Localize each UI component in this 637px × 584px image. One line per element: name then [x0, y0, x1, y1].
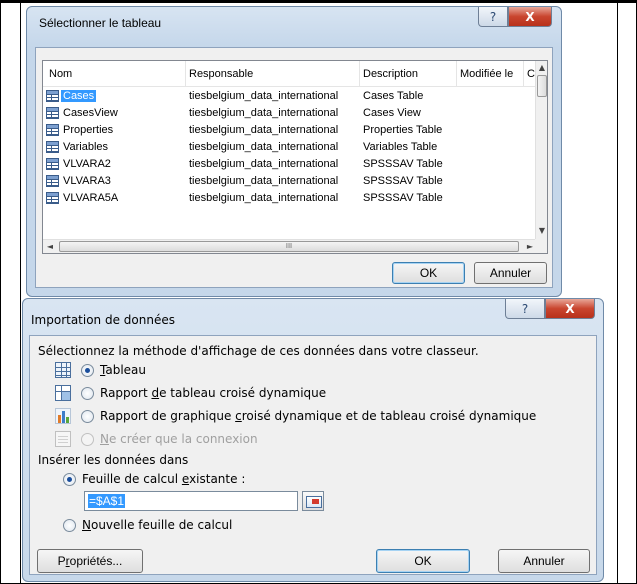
horizontal-scroll-thumb[interactable]: III	[59, 241, 519, 252]
close-button[interactable]: X	[508, 7, 552, 27]
table-row[interactable]: VLVARA5A tiesbelgium_data_international …	[43, 190, 537, 207]
row-name: VLVARA5A	[63, 192, 119, 204]
cancel-button[interactable]: Annuler	[498, 549, 590, 573]
cell-reference-input[interactable]: =$A$1	[84, 491, 298, 511]
column-header-name[interactable]: Nom	[49, 68, 179, 80]
cell-border-left	[20, 1, 21, 584]
row-description: Properties Table	[363, 124, 443, 136]
radio-pivot-table[interactable]	[81, 387, 94, 400]
table-icon	[46, 175, 59, 187]
row-name: Properties	[63, 124, 114, 136]
row-description: SPSSSAV Table	[363, 175, 443, 187]
option-pivot-chart-label[interactable]: Rapport de graphique croisé dynamique et…	[100, 409, 536, 423]
table-row[interactable]: Cases tiesbelgium_data_international Cas…	[43, 88, 537, 105]
row-description: Cases View	[363, 107, 421, 119]
option-pivot-table-label[interactable]: Rapport de tableau croisé dynamique	[100, 386, 326, 400]
scroll-corner	[535, 239, 547, 253]
vertical-scrollbar[interactable]: ▲ ▼	[535, 61, 547, 239]
help-icon: ?	[489, 9, 497, 24]
table-row[interactable]: Properties tiesbelgium_data_internationa…	[43, 122, 537, 139]
row-owner: tiesbelgium_data_international	[189, 107, 339, 119]
scroll-up-icon[interactable]: ▲	[536, 62, 547, 74]
column-separator[interactable]	[185, 61, 186, 86]
row-name: VLVARA3	[63, 175, 111, 187]
close-icon: X	[525, 9, 535, 24]
scroll-down-icon[interactable]: ▼	[536, 225, 547, 237]
table-icon	[46, 107, 59, 119]
help-button[interactable]: ?	[505, 299, 545, 319]
radio-pivot-chart[interactable]	[81, 410, 94, 423]
row-owner: tiesbelgium_data_international	[189, 158, 339, 170]
vertical-scroll-thumb[interactable]	[537, 75, 547, 97]
select-table-titlebar: Sélectionner le tableau ? X	[27, 7, 561, 37]
radio-existing-sheet[interactable]	[63, 473, 76, 486]
table-icon	[55, 362, 71, 378]
table-list[interactable]: Nom Responsable Description Modifiée le …	[42, 60, 548, 254]
help-button[interactable]: ?	[478, 7, 508, 27]
row-owner: tiesbelgium_data_international	[189, 192, 339, 204]
select-table-title: Sélectionner le tableau	[39, 16, 162, 30]
pivot-chart-icon	[55, 408, 71, 424]
display-method-prompt: Sélectionnez la méthode d'affichage de c…	[38, 344, 479, 358]
row-owner: tiesbelgium_data_international	[189, 124, 339, 136]
pivot-table-icon	[55, 385, 71, 401]
table-row[interactable]: VLVARA2 tiesbelgium_data_international S…	[43, 156, 537, 173]
row-owner: tiesbelgium_data_international	[189, 141, 339, 153]
column-separator[interactable]	[359, 61, 360, 86]
row-name: VLVARA2	[63, 158, 111, 170]
collapse-dialog-button[interactable]	[302, 491, 324, 511]
cell-border-top	[1, 1, 637, 3]
table-icon	[46, 90, 59, 102]
column-separator[interactable]	[456, 61, 457, 86]
cell-border-right	[617, 1, 618, 584]
import-data-titlebar: Importation de données ? X	[23, 299, 603, 329]
select-table-dialog: Sélectionner le tableau ? X Nom Responsa…	[26, 6, 562, 297]
column-header-description[interactable]: Description	[363, 68, 453, 80]
table-row[interactable]: CasesView tiesbelgium_data_international…	[43, 105, 537, 122]
properties-button[interactable]: Pr opriétés...	[37, 549, 143, 573]
table-icon	[46, 192, 59, 204]
table-row[interactable]: VLVARA3 tiesbelgium_data_international S…	[43, 173, 537, 190]
row-description: Cases Table	[363, 90, 424, 102]
close-button[interactable]: X	[545, 299, 595, 319]
import-data-dialog: Importation de données ? X Sélectionnez …	[22, 298, 604, 582]
radio-table[interactable]	[81, 364, 94, 377]
table-icon	[46, 124, 59, 136]
row-description: SPSSSAV Table	[363, 192, 443, 204]
radio-connection-only	[81, 433, 94, 446]
table-icon	[46, 158, 59, 170]
option-table-label[interactable]: Tableau	[100, 363, 146, 377]
column-header-owner[interactable]: Responsable	[189, 68, 359, 80]
table-icon	[46, 141, 59, 153]
table-row[interactable]: Variables tiesbelgium_data_international…	[43, 139, 537, 156]
select-table-client: Nom Responsable Description Modifiée le …	[35, 47, 553, 288]
row-name: Cases	[61, 90, 97, 102]
cancel-button[interactable]: Annuler	[474, 262, 547, 284]
row-name: CasesView	[63, 107, 118, 119]
horizontal-scrollbar[interactable]: ◄ III ►	[43, 239, 537, 253]
list-header: Nom Responsable Description Modifiée le …	[43, 61, 537, 87]
row-description: Variables Table	[363, 141, 438, 153]
help-icon: ?	[521, 301, 529, 316]
row-name: Variables	[63, 141, 109, 153]
row-owner: tiesbelgium_data_international	[189, 175, 339, 187]
close-icon: X	[565, 301, 575, 316]
insert-location-label: Insérer les données dans	[38, 453, 189, 467]
option-connection-only-label: Ne créer que la connexion	[100, 432, 258, 446]
existing-sheet-label[interactable]: Feuille de calcul existante :	[82, 472, 245, 486]
row-description: SPSSSAV Table	[363, 158, 443, 170]
row-owner: tiesbelgium_data_international	[189, 90, 339, 102]
connection-icon	[55, 431, 71, 447]
column-header-modified[interactable]: Modifiée le	[460, 68, 522, 80]
new-sheet-label[interactable]: Nouvelle feuille de calcul	[82, 518, 232, 532]
scroll-left-icon[interactable]: ◄	[43, 240, 57, 253]
ok-button[interactable]: OK	[392, 262, 465, 284]
ok-button[interactable]: OK	[376, 549, 470, 573]
import-data-client: Sélectionnez la méthode d'affichage de c…	[29, 335, 597, 575]
import-data-title: Importation de données	[31, 313, 175, 327]
radio-new-sheet[interactable]	[63, 519, 76, 532]
list-rows: Cases tiesbelgium_data_international Cas…	[43, 88, 537, 207]
column-separator[interactable]	[523, 61, 524, 86]
